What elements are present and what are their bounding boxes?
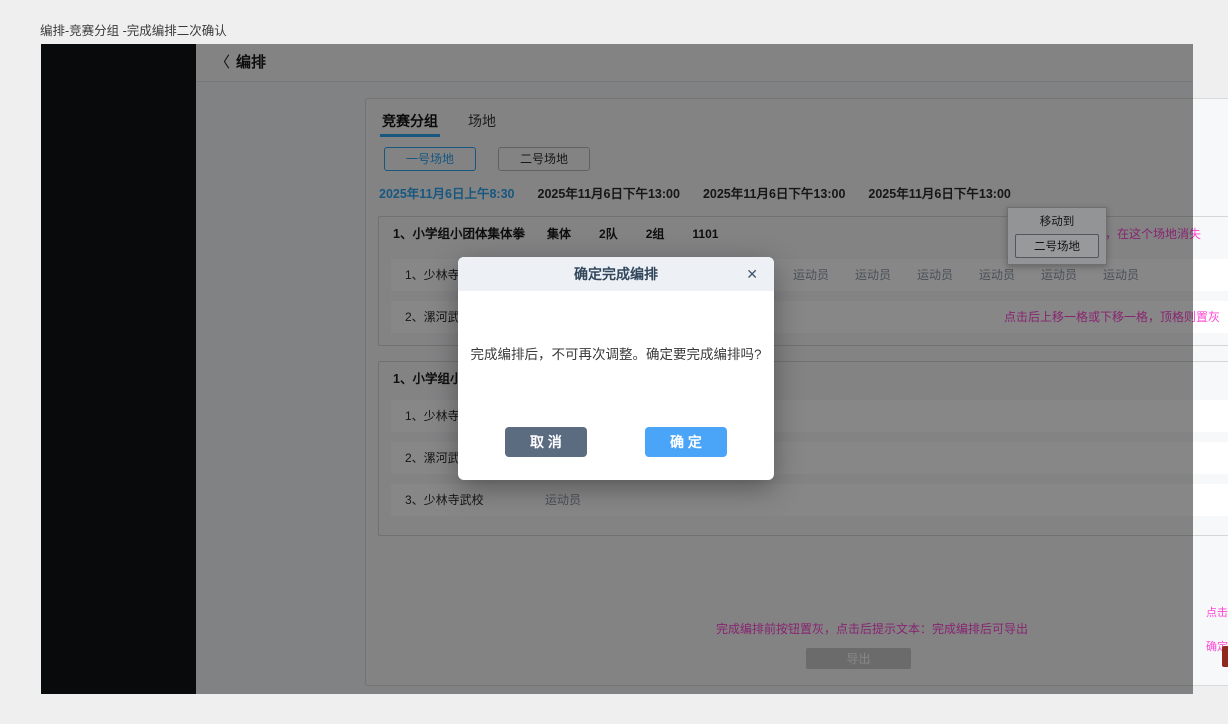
move-to-popover: 移动到 二号场地 [1007, 207, 1107, 265]
cancel-button[interactable]: 取 消 [505, 427, 587, 457]
close-icon[interactable]: ✕ [746, 257, 758, 291]
finish-scheduling-button[interactable]: 完成编排 [1222, 646, 1228, 667]
page-title: 编排-竞赛分组 -完成编排二次确认 [40, 20, 227, 39]
confirm-button[interactable]: 确 定 [645, 427, 727, 457]
venue-option-button[interactable]: 二号场地 [1015, 234, 1099, 258]
dialog-header: 确定完成编排 ✕ [458, 257, 774, 291]
finish-note-line1: 点击完成编排，弹出二次确认框 [1206, 607, 1228, 636]
app-window: 〈 编排 竞赛分组场地 一号场地二号场地 2025年11月6日上午8:30202… [41, 44, 1193, 694]
confirm-dialog: 确定完成编排 ✕ 完成编排后，不可再次调整。确定要完成编排吗? 取 消 确 定 [458, 257, 774, 480]
dialog-message: 完成编排后，不可再次调整。确定要完成编排吗? [458, 343, 774, 363]
dialog-title: 确定完成编排 [574, 266, 658, 282]
popover-title: 移动到 [1008, 213, 1106, 229]
